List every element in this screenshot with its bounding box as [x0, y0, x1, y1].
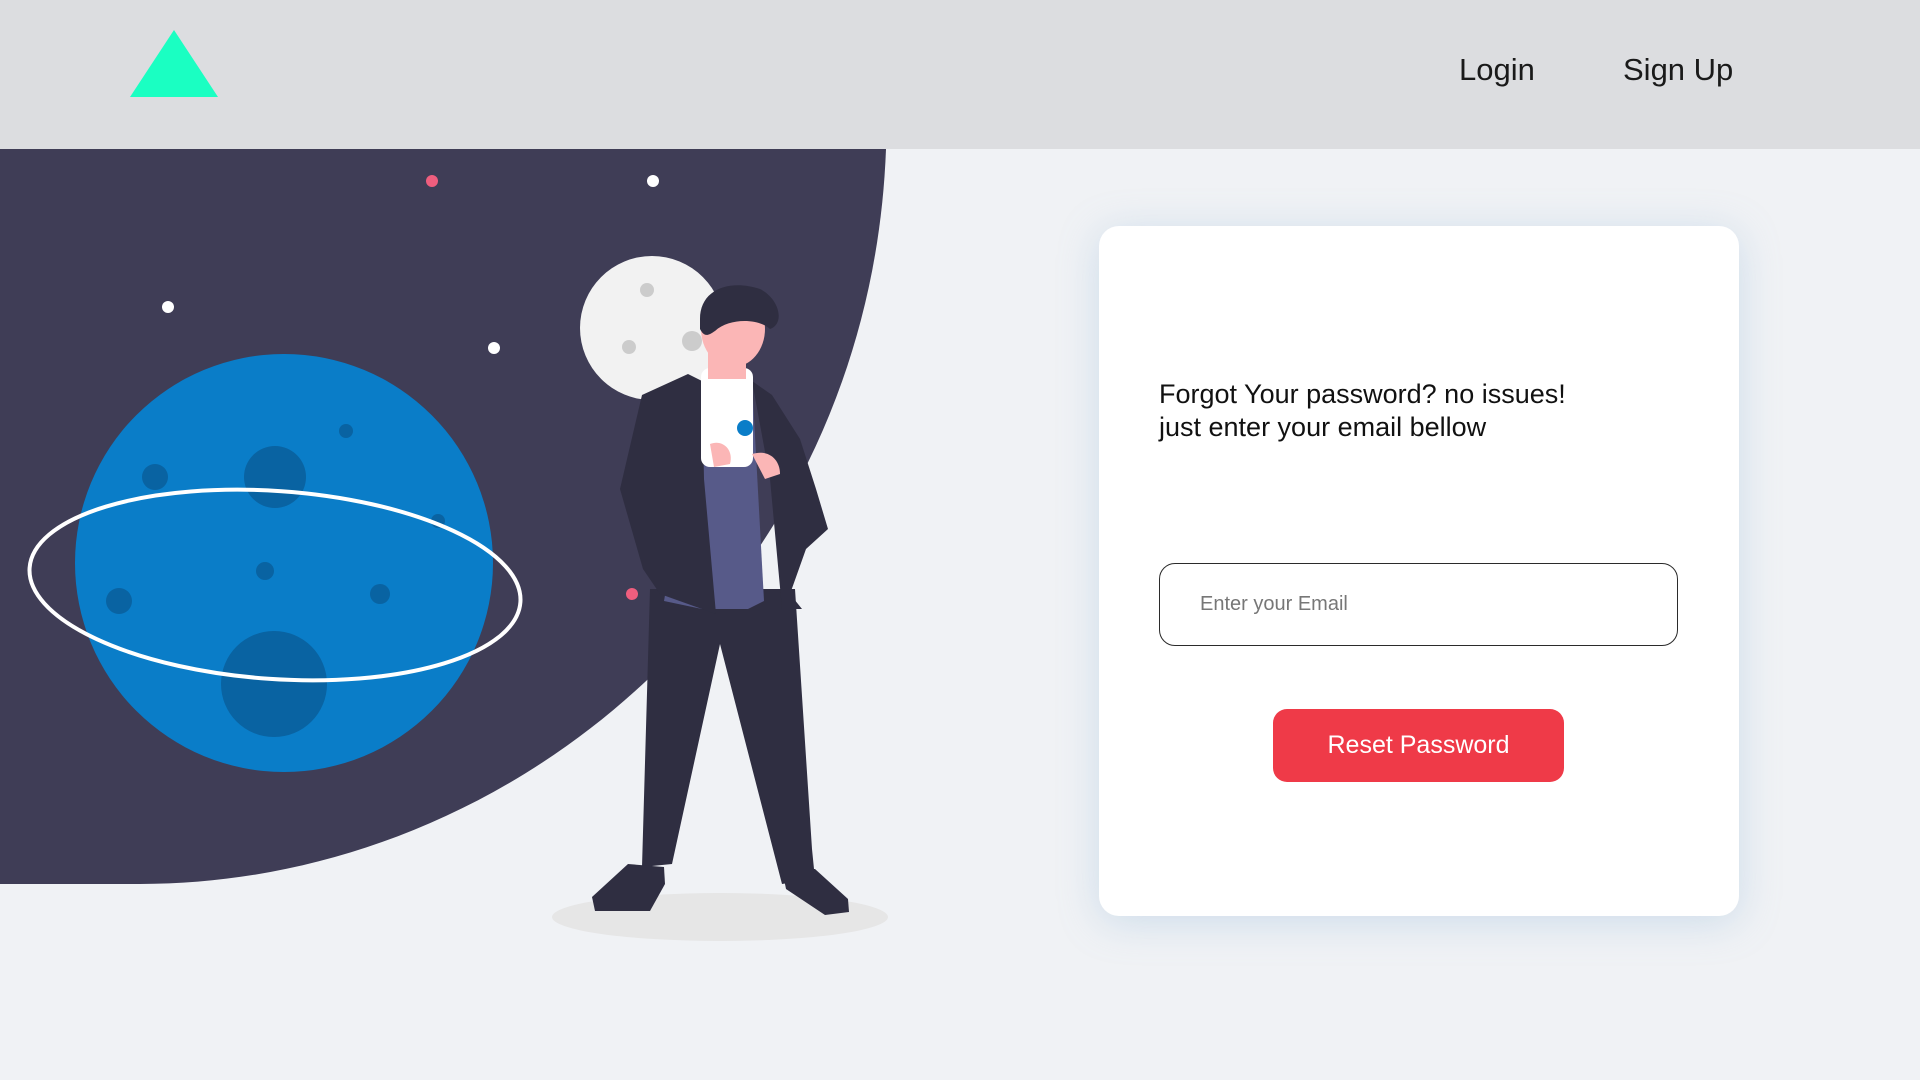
reset-password-button[interactable]: Reset Password	[1273, 709, 1564, 782]
top-header: Login Sign Up	[0, 0, 1920, 149]
prompt-line-2: just enter your email bellow	[1159, 412, 1487, 442]
prompt-line-1: Forgot Your password? no issues!	[1159, 379, 1566, 409]
reset-prompt: Forgot Your password? no issues! just en…	[1159, 378, 1679, 444]
reset-password-card: Forgot Your password? no issues! just en…	[1099, 226, 1739, 916]
triangle-logo-icon[interactable]	[130, 30, 218, 97]
space-illustration	[0, 149, 888, 941]
login-link[interactable]: Login	[1459, 52, 1535, 88]
email-input[interactable]	[1159, 563, 1678, 646]
signup-link[interactable]: Sign Up	[1623, 52, 1733, 88]
